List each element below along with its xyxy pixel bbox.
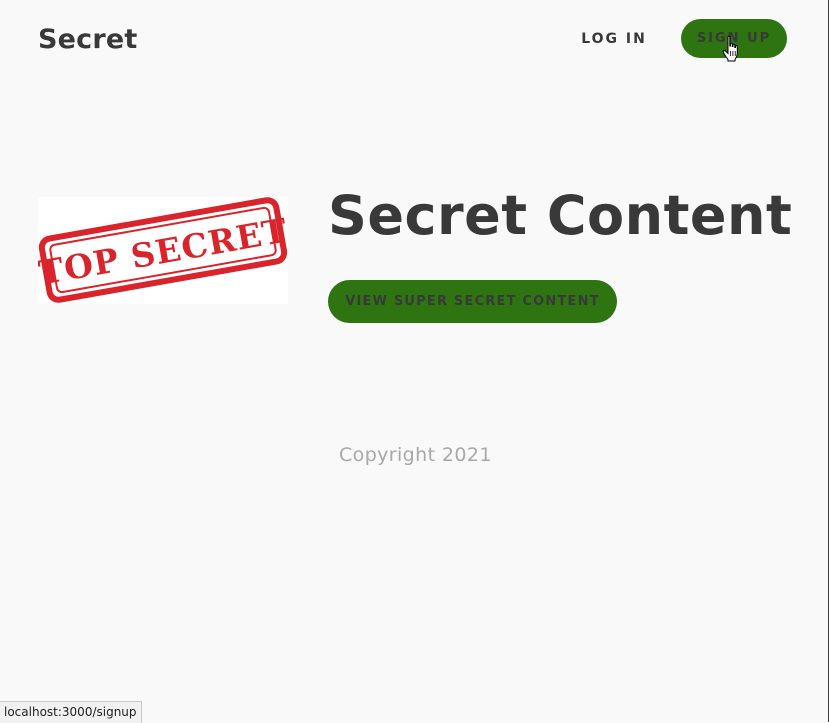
page-title: Secret Content <box>328 184 793 247</box>
top-secret-stamp-image: TOP SECRET <box>38 197 288 304</box>
status-bar-url: localhost:3000/signup <box>0 701 142 723</box>
hand-pointer-cursor-icon <box>722 35 738 62</box>
brand-logo-text[interactable]: Secret <box>38 22 138 58</box>
copyright-text: Copyright 2021 <box>339 444 492 466</box>
view-secret-content-button[interactable]: VIEW SUPER SECRET CONTENT <box>328 280 617 323</box>
login-link[interactable]: LOG IN <box>574 26 654 52</box>
